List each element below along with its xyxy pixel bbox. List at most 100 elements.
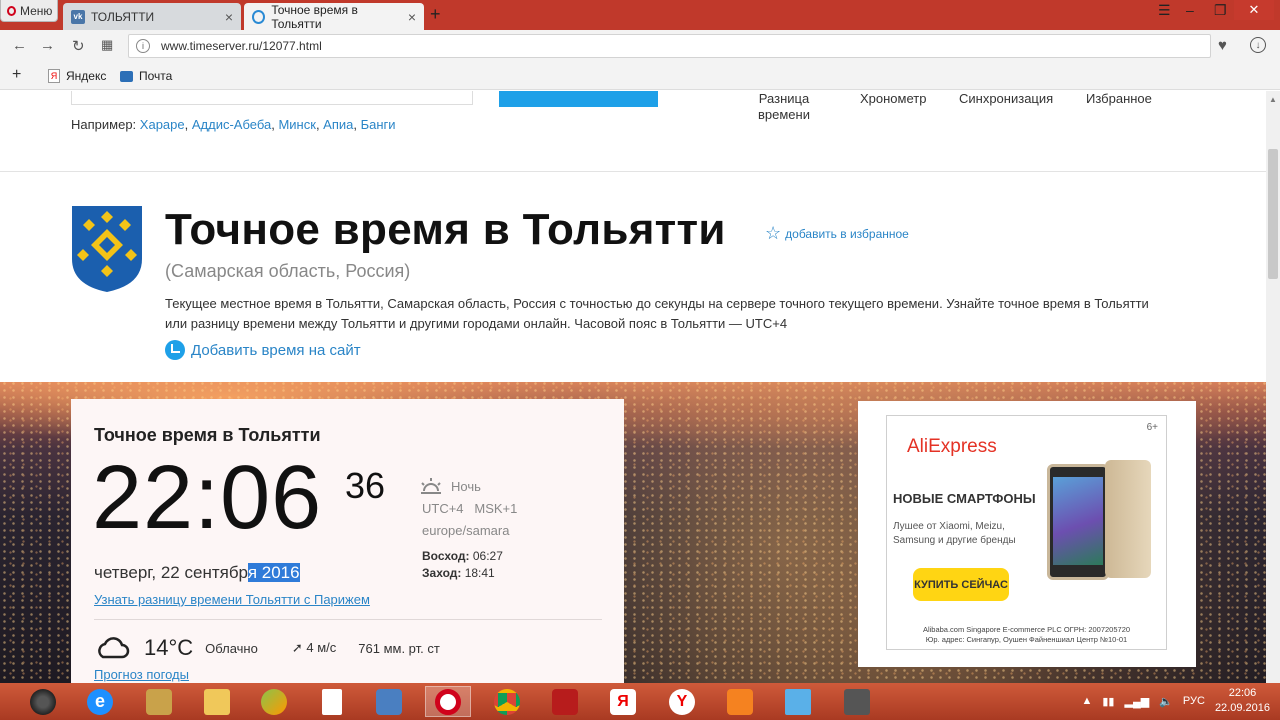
sunset-icon — [421, 478, 441, 494]
system-tray: ▲ ▮▮ ▂▄▆ 🔈 РУС 22:06 22.09.2016 — [1081, 686, 1270, 716]
example-link[interactable]: Банги — [361, 117, 396, 132]
system-clock[interactable]: 22:06 22.09.2016 — [1215, 686, 1270, 716]
daypart-label: Ночь — [451, 478, 481, 494]
bookmark-mail[interactable]: Почта — [120, 69, 172, 83]
nav-sync[interactable]: Синхронизация — [959, 91, 1053, 107]
favorite-link-label: добавить в избранное — [785, 226, 909, 241]
sunrise-label: Восход: — [422, 549, 470, 563]
clock-icon — [252, 9, 266, 24]
vk-icon: vk — [71, 9, 85, 24]
site-info-icon[interactable]: i — [136, 39, 150, 53]
tray-expand-icon[interactable]: ▲ — [1081, 695, 1092, 707]
network-icon[interactable]: ▮▮ — [1102, 695, 1114, 708]
clock-date: 22.09.2016 — [1214, 702, 1270, 714]
weather-row: 14°C Облачно ➚ 4 м/с 761 мм. рт. ст — [94, 635, 440, 661]
ad-legal-line: Alibaba.com Singapore E-commerce PLC ОГР… — [922, 625, 1131, 634]
taskbar-chrome-icon[interactable] — [484, 686, 530, 717]
back-icon[interactable]: ← — [12, 37, 27, 54]
taskbar-odnoklassniki-icon[interactable] — [717, 686, 763, 717]
sunrise-value: 06:27 — [472, 549, 503, 563]
taskbar-app-icon[interactable] — [251, 686, 297, 717]
close-window-button[interactable]: ✕ — [1234, 0, 1274, 20]
phone-screen — [1053, 477, 1103, 565]
tab-bar: Меню vk ТОЛЬЯТТИ × Точное время в Тольят… — [0, 0, 1280, 31]
ad-banner[interactable]: AliExpress 6+ НОВЫЕ СМАРТФОНЫ Лушее от X… — [886, 415, 1167, 650]
forecast-link[interactable]: Прогноз погоды — [94, 667, 189, 682]
bookmark-label: Почта — [139, 69, 173, 83]
example-link[interactable]: Хараре — [140, 117, 185, 132]
page-scrollbar[interactable]: ▲ — [1266, 91, 1280, 683]
example-link[interactable]: Минск — [278, 117, 315, 132]
divider — [94, 619, 602, 620]
taskbar-speaker-app-icon[interactable] — [20, 686, 66, 717]
taskbar-yandex-icon[interactable]: Я — [600, 686, 646, 717]
tab-vk-tolyatti[interactable]: vk ТОЛЬЯТТИ × — [63, 3, 241, 30]
tab-timeserver[interactable]: Точное время в Тольятти × — [244, 3, 424, 31]
ad-buy-button[interactable]: КУПИТЬ СЕЙЧАС — [913, 568, 1009, 601]
example-link[interactable]: Апиа — [323, 117, 353, 132]
bookmark-yandex[interactable]: Я Яндекс — [48, 69, 106, 83]
time-difference-link[interactable]: Узнать разницу времени Тольятти с Париже… — [94, 592, 370, 607]
search-button[interactable] — [499, 91, 658, 107]
tab-close-icon[interactable]: × — [225, 9, 233, 25]
taskbar-yandex-browser-icon[interactable]: Y — [659, 686, 705, 717]
taskbar-folder-icon[interactable] — [194, 686, 240, 717]
taskbar-app-icon[interactable] — [834, 686, 880, 717]
search-examples: Например: Хараре, Аддис-Абеба, Минск, Ап… — [71, 117, 396, 132]
ad-headline: НОВЫЕ СМАРТФОНЫ — [893, 491, 1036, 506]
taskbar-app-icon[interactable] — [136, 686, 182, 717]
nav-time-difference[interactable]: Разница времени — [756, 91, 812, 123]
taskbar-power-icon[interactable] — [542, 686, 588, 717]
bookmarks-bar: + Я Яндекс Почта — [0, 62, 1280, 90]
yandex-icon: Я — [48, 69, 60, 83]
navigation-bar: ← → ↻ ▦ i www.timeserver.ru/12077.html ♥… — [0, 30, 1280, 62]
scroll-up-icon[interactable]: ▲ — [1269, 95, 1277, 104]
sunset-label: Заход: — [422, 566, 462, 580]
add-bookmark-icon[interactable]: + — [12, 66, 21, 84]
current-date[interactable]: четверг, 22 сентября 2016 — [94, 563, 300, 583]
speed-dial-icon[interactable]: ▦ — [101, 37, 113, 53]
time-card-title: Точное время в Тольятти — [94, 425, 321, 445]
examples-prefix: Например: — [71, 117, 137, 132]
weather-condition: Облачно — [205, 640, 258, 656]
add-to-favorites-link[interactable]: ☆ добавить в избранное — [765, 223, 909, 244]
taskbar-document-icon[interactable] — [309, 686, 355, 717]
minimize-button[interactable]: – — [1186, 2, 1194, 18]
sunset: Заход: 18:41 — [422, 566, 495, 580]
taskbar-opera-icon[interactable] — [425, 686, 471, 717]
restore-button[interactable]: ❐ — [1214, 2, 1227, 19]
signal-icon[interactable]: ▂▄▆ — [1124, 695, 1149, 708]
scroll-thumb[interactable] — [1268, 149, 1278, 279]
nav-chronometer[interactable]: Хронометр — [860, 91, 926, 107]
nav-favorites[interactable]: Избранное — [1086, 91, 1152, 107]
advertisement[interactable]: AliExpress 6+ НОВЫЕ СМАРТФОНЫ Лушее от X… — [858, 401, 1196, 667]
current-time: 22:06 — [92, 448, 323, 548]
region-subtitle: (Самарская область, Россия) — [165, 261, 411, 281]
forward-icon[interactable]: → — [40, 37, 55, 54]
page-content: Например: Хараре, Аддис-Абеба, Минск, Ап… — [0, 91, 1266, 683]
taskbar-media-icon[interactable] — [366, 686, 412, 717]
date-text: четверг, 22 сентябр — [94, 563, 248, 582]
volume-icon[interactable]: 🔈 — [1159, 695, 1173, 708]
city-search-input[interactable] — [71, 91, 473, 105]
tab-close-icon[interactable]: × — [408, 9, 416, 25]
browser-menu-button[interactable]: Меню — [0, 0, 58, 22]
ad-brand: AliExpress — [907, 436, 997, 457]
page-title: Точное время в Тольятти — [165, 205, 726, 254]
add-time-to-site-link[interactable]: Добавить время на сайт — [165, 340, 361, 360]
language-indicator[interactable]: РУС — [1183, 695, 1205, 707]
tab-menu-icon[interactable]: ☰ — [1158, 2, 1171, 19]
mail-icon — [120, 70, 133, 82]
ad-legal-text: Alibaba.com Singapore E-commerce PLC ОГР… — [887, 625, 1166, 645]
example-link[interactable]: Аддис-Абеба — [192, 117, 271, 132]
taskbar-ie-icon[interactable]: e — [77, 686, 123, 717]
address-bar[interactable]: i www.timeserver.ru/12077.html — [128, 34, 1211, 58]
reload-icon[interactable]: ↻ — [72, 37, 85, 55]
clock-time: 22:06 — [1228, 687, 1257, 699]
download-icon[interactable]: ↓ — [1250, 37, 1266, 53]
heart-icon[interactable]: ♥ — [1218, 37, 1227, 54]
new-tab-button[interactable]: + — [430, 4, 441, 25]
current-seconds: 36 — [345, 465, 386, 506]
add-clock-icon — [165, 340, 185, 360]
taskbar-computer-icon[interactable] — [775, 686, 821, 717]
